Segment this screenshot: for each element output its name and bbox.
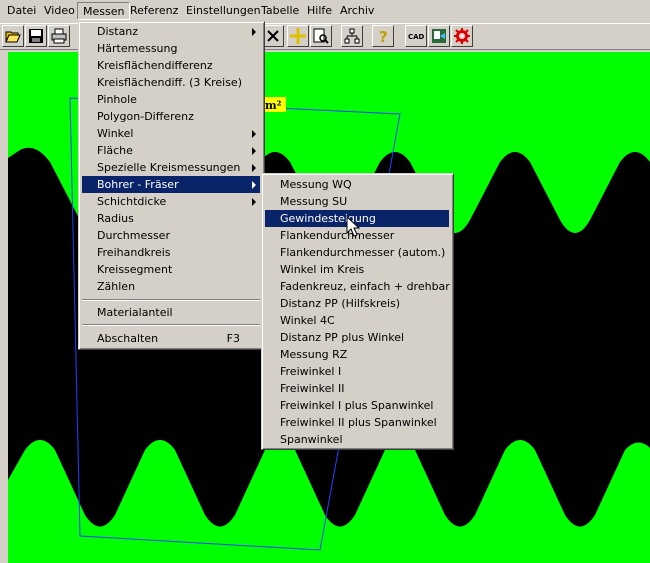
help-icon[interactable]: ? — [372, 25, 394, 47]
open-icon[interactable] — [2, 25, 24, 47]
submenu-item-fadenkreuz[interactable]: Fadenkreuz, einfach + drehbar — [265, 278, 450, 295]
tree-icon[interactable] — [341, 25, 363, 47]
submenu-item-distanz-pp-plus-winkel[interactable]: Distanz PP plus Winkel — [265, 329, 449, 346]
submenu-arrow-icon — [252, 28, 256, 36]
menu-item-polygon-differenz[interactable]: Polygon-Differenz — [82, 108, 260, 125]
menu-hilfe[interactable]: Hilfe — [302, 2, 337, 20]
menu-item-haertemessung[interactable]: Härtemessung — [82, 40, 260, 57]
menu-separator — [82, 299, 260, 301]
menu-item-bohrer-fraeser[interactable]: Bohrer - Fräser — [82, 176, 260, 193]
menu-item-flaeche[interactable]: Fläche — [82, 142, 260, 159]
menu-item-zaehlen[interactable]: Zählen — [82, 278, 260, 295]
menu-item-kreisflaechendiff-3[interactable]: Kreisflächendiff. (3 Kreise) — [82, 74, 260, 91]
export-icon[interactable] — [428, 25, 450, 47]
submenu-arrow-icon — [252, 181, 256, 189]
menu-video[interactable]: Video — [39, 2, 80, 20]
submenu-arrow-icon — [252, 130, 256, 138]
menu-item-kreisflaechendifferenz[interactable]: Kreisflächendifferenz — [82, 57, 260, 74]
menu-item-abschalten[interactable]: Abschalten F3 — [82, 330, 260, 347]
print-icon[interactable] — [48, 25, 70, 47]
menu-item-schichtdicke[interactable]: Schichtdicke — [82, 193, 260, 210]
menu-item-distanz[interactable]: Distanz — [82, 23, 260, 40]
menu-bar: Datei Video Messen Referenz Einstellunge… — [0, 0, 650, 22]
menu-separator — [82, 324, 260, 326]
menu-item-materialanteil[interactable]: Materialanteil — [82, 304, 260, 321]
menu-datei[interactable]: Datei — [2, 2, 41, 20]
submenu-item-winkel-im-kreis[interactable]: Winkel im Kreis — [265, 261, 449, 278]
menu-tabelle[interactable]: Tabelle — [256, 2, 304, 20]
menu-item-kreissegment[interactable]: Kreissegment — [82, 261, 260, 278]
messen-menu: Distanz Härtemessung Kreisflächendiffere… — [78, 21, 265, 350]
submenu-item-freiwinkel-1[interactable]: Freiwinkel I — [265, 363, 449, 380]
zoom-icon[interactable] — [310, 25, 332, 47]
menu-item-radius[interactable]: Radius — [82, 210, 260, 227]
settings-gear-icon[interactable] — [451, 25, 473, 47]
submenu-item-freiwinkel-1-spanwinkel[interactable]: Freiwinkel I plus Spanwinkel — [265, 397, 449, 414]
menu-item-durchmesser[interactable]: Durchmesser — [82, 227, 260, 244]
submenu-item-flankendurchmesser-autom[interactable]: Flankendurchmesser (autom.) — [265, 244, 449, 261]
cad-icon[interactable]: CAD — [405, 25, 427, 47]
submenu-item-freiwinkel-2-spanwinkel[interactable]: Freiwinkel II plus Spanwinkel — [265, 414, 449, 431]
menu-item-pinhole[interactable]: Pinhole — [82, 91, 260, 108]
area-label: m² — [265, 99, 282, 112]
menu-item-freihandkreis[interactable]: Freihandkreis — [82, 244, 260, 261]
menu-item-spezielle-kreismessungen[interactable]: Spezielle Kreismessungen — [82, 159, 260, 176]
menu-messen[interactable]: Messen — [77, 2, 131, 20]
bohrer-fraeser-submenu: Messung WQ Messung SU Gewindesteigung Fl… — [261, 173, 454, 450]
submenu-item-messung-su[interactable]: Messung SU — [265, 193, 449, 210]
submenu-arrow-icon — [252, 164, 256, 172]
measure-line-icon[interactable] — [287, 25, 309, 47]
crosshair-icon[interactable] — [262, 25, 284, 47]
save-icon[interactable] — [25, 25, 47, 47]
menu-item-winkel[interactable]: Winkel — [82, 125, 260, 142]
mouse-cursor-icon — [346, 216, 360, 237]
submenu-item-messung-rz[interactable]: Messung RZ — [265, 346, 449, 363]
menu-archiv[interactable]: Archiv — [335, 2, 379, 20]
svg-text:?: ? — [379, 28, 388, 44]
submenu-item-spanwinkel[interactable]: Spanwinkel — [265, 431, 449, 448]
submenu-arrow-icon — [252, 147, 256, 155]
submenu-arrow-icon — [252, 198, 256, 206]
submenu-item-winkel-4c[interactable]: Winkel 4C — [265, 312, 449, 329]
shortcut-label: F3 — [226, 332, 240, 345]
cad-label: CAD — [408, 33, 424, 41]
submenu-item-messung-wq[interactable]: Messung WQ — [265, 176, 449, 193]
menu-einstellungen[interactable]: Einstellungen — [181, 2, 266, 20]
submenu-item-freiwinkel-2[interactable]: Freiwinkel II — [265, 380, 449, 397]
menu-referenz[interactable]: Referenz — [125, 2, 183, 20]
submenu-item-distanz-pp-hilfskreis[interactable]: Distanz PP (Hilfskreis) — [265, 295, 449, 312]
